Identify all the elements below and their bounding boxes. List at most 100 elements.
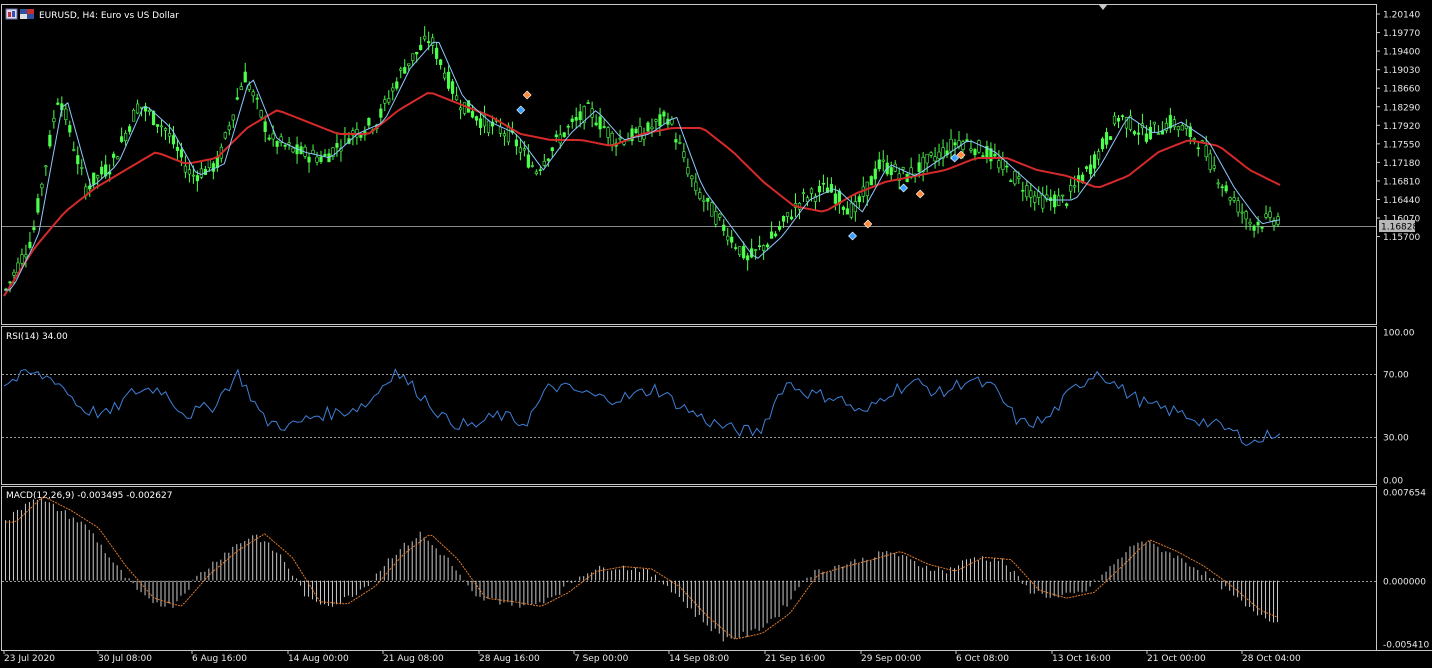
candle-body <box>1208 153 1212 170</box>
candle-body <box>766 244 770 248</box>
candle-body <box>1148 126 1153 140</box>
candle-body <box>211 163 215 172</box>
candle-body <box>514 139 518 147</box>
candle-body <box>981 155 985 158</box>
candle-body <box>275 141 279 147</box>
candle-body <box>762 245 766 251</box>
candle-body <box>443 72 447 79</box>
candle-body <box>1085 166 1089 169</box>
candle-body <box>706 197 710 202</box>
candle-body <box>239 86 243 90</box>
candle-body <box>550 147 554 152</box>
candle-body <box>80 166 84 169</box>
candle-body <box>634 128 638 134</box>
candle-body <box>1220 186 1224 189</box>
candle-body <box>52 117 56 122</box>
candle-body <box>120 136 124 142</box>
price-tick-label: 1.15700 <box>1383 233 1420 243</box>
candle-body <box>973 149 977 156</box>
rsi-axis: 100.00 70.00 30.00 0.00 <box>1383 329 1415 487</box>
candle-body <box>993 153 997 157</box>
candle-body <box>714 211 718 225</box>
candle-body <box>1116 117 1121 122</box>
candle-body <box>315 156 319 163</box>
candle-body <box>1021 189 1025 192</box>
candle-body <box>869 176 873 186</box>
candle-body <box>977 140 981 153</box>
candle-body <box>1180 125 1184 131</box>
candle-body <box>195 175 199 182</box>
candle-body <box>454 95 459 101</box>
candle-body <box>618 137 622 140</box>
candle-body <box>1256 221 1260 226</box>
candle-body <box>1057 195 1061 206</box>
slow-ma-path <box>3 92 1281 297</box>
window-icon[interactable] <box>5 8 18 20</box>
candle-body <box>231 114 235 121</box>
candle-body <box>1017 176 1021 179</box>
candle-body <box>730 236 734 243</box>
candle-body <box>889 167 893 176</box>
candle-body <box>921 156 925 172</box>
candle-body <box>255 97 259 100</box>
candle-body <box>746 255 750 261</box>
trading-chart-window[interactable]: EURUSD, H4: Euro vs US Dollar RSI(14) 34… <box>0 0 1432 668</box>
candle-body <box>112 153 116 158</box>
candle-body <box>163 128 168 131</box>
candle-body <box>147 110 152 112</box>
candle-body <box>486 120 491 133</box>
candle-body <box>1013 170 1017 185</box>
candle-body <box>462 102 467 114</box>
candle-body <box>702 199 706 202</box>
candle-body <box>809 188 814 194</box>
candle-body <box>789 216 794 220</box>
currency-flag-icon <box>20 9 34 19</box>
candle-body <box>833 193 837 204</box>
candle-body <box>933 156 937 162</box>
candle-body <box>1252 225 1256 231</box>
candle-body <box>881 159 885 162</box>
candle-body <box>841 206 845 210</box>
price-tick-label: 1.19400 <box>1383 48 1420 58</box>
candle-body <box>522 148 526 151</box>
candle-body <box>726 235 730 241</box>
candle-body <box>937 151 941 159</box>
price-tick-label: 1.16810 <box>1383 177 1420 187</box>
candle-body <box>734 247 738 249</box>
time-axis[interactable]: 23 Jul 2020 30 Jul 08:00 6 Aug 16:00 14 Aug… <box>3 650 1301 664</box>
candle-body <box>1041 194 1045 209</box>
candle-body <box>72 149 76 151</box>
candle-body <box>1216 182 1220 185</box>
candle-body <box>849 202 853 218</box>
rsi-panel[interactable] <box>1 326 1377 485</box>
candle-body <box>538 169 542 172</box>
candle-body <box>606 127 610 138</box>
candle-body <box>36 198 40 213</box>
candle-body <box>100 166 104 175</box>
candle-body <box>159 125 164 128</box>
price-tick-label: 1.18290 <box>1383 103 1420 113</box>
candle-body <box>227 125 231 131</box>
candle-body <box>1204 145 1208 158</box>
candle-body <box>383 99 387 104</box>
main-price-panel[interactable] <box>1 4 1377 325</box>
price-axis[interactable]: 1.20140 1.19770 1.19400 1.19030 1.18660 1.182… <box>1376 11 1420 244</box>
candle-body <box>873 168 877 180</box>
candle-body <box>247 84 251 90</box>
candle-body <box>24 254 28 258</box>
candle-body <box>929 152 933 156</box>
candle-body <box>1108 136 1113 140</box>
candle-body <box>135 103 140 114</box>
candle-body <box>20 254 24 264</box>
price-tick-label: 1.19770 <box>1383 29 1420 39</box>
candle-body <box>574 117 578 121</box>
chart-shift-marker-icon[interactable] <box>1099 5 1107 10</box>
candle-body <box>654 119 658 122</box>
candle-body <box>167 133 172 137</box>
sell-marker-icon <box>522 90 532 100</box>
candle-body <box>399 68 403 71</box>
fast-ma-path <box>4 41 1281 291</box>
candle-body <box>602 126 606 128</box>
candle-body <box>1029 190 1033 198</box>
candle-body <box>1025 185 1029 198</box>
